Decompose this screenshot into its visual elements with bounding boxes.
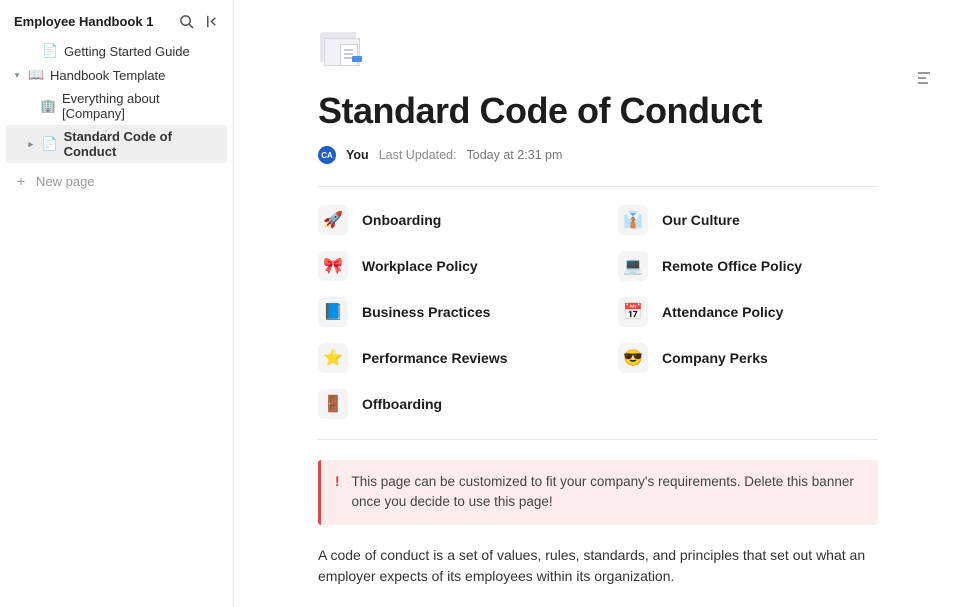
divider [318,186,878,187]
ribbon-icon: 🎀 [318,251,348,281]
sidebar-item-label: Getting Started Guide [64,44,190,59]
collapse-sidebar-icon[interactable] [204,14,219,29]
link-attendance-policy[interactable]: 📅 Attendance Policy [618,297,878,327]
warning-callout: ! This page can be customized to fit you… [318,460,878,525]
chevron-right-icon[interactable]: ▸ [26,139,36,150]
intro-paragraph: A code of conduct is a set of values, ru… [318,545,878,588]
sidebar-item-label: Everything about [Company] [62,91,221,121]
link-label: Company Perks [662,350,768,366]
book-icon: 📘 [318,297,348,327]
book-icon: 📖 [28,67,44,83]
sidebar-item-label: Handbook Template [50,68,165,83]
link-offboarding[interactable]: 🚪 Offboarding [318,389,578,419]
laptop-icon: 💻 [618,251,648,281]
tie-icon: 👔 [618,205,648,235]
link-label: Offboarding [362,396,442,412]
link-label: Workplace Policy [362,258,478,274]
page-hero-icon[interactable] [318,30,366,70]
sidebar-item-handbook-template[interactable]: ▾ 📖 Handbook Template [6,63,227,87]
sidebar: Employee Handbook 1 📄 Getting Started Gu… [0,0,234,607]
star-icon: ⭐ [318,343,348,373]
link-label: Performance Reviews [362,350,508,366]
calendar-icon: 📅 [618,297,648,327]
sidebar-item-standard-code-of-conduct[interactable]: ▸ 📄 Standard Code of Conduct [6,125,227,163]
page-meta: CA You Last Updated: Today at 2:31 pm [318,146,878,164]
door-icon: 🚪 [318,389,348,419]
link-remote-office-policy[interactable]: 💻 Remote Office Policy [618,251,878,281]
search-icon[interactable] [179,14,194,29]
exclamation-icon: ! [335,472,340,513]
link-onboarding[interactable]: 🚀 Onboarding [318,205,578,235]
quick-links-grid: 🚀 Onboarding 👔 Our Culture 🎀 Workplace P… [318,205,878,419]
link-label: Onboarding [362,212,441,228]
main: Standard Code of Conduct CA You Last Upd… [234,0,962,607]
divider [318,439,878,440]
workspace-title: Employee Handbook 1 [14,14,153,29]
author-name: You [346,148,369,162]
page-content: Standard Code of Conduct CA You Last Upd… [318,0,878,607]
sidebar-item-getting-started[interactable]: 📄 Getting Started Guide [6,39,227,63]
link-our-culture[interactable]: 👔 Our Culture [618,205,878,235]
link-label: Business Practices [362,304,490,320]
sidebar-actions [179,14,219,29]
sunglasses-icon: 😎 [618,343,648,373]
sidebar-header: Employee Handbook 1 [6,8,227,39]
new-page-label: New page [36,174,95,189]
link-company-perks[interactable]: 😎 Company Perks [618,343,878,373]
sidebar-item-everything-about-company[interactable]: 🏢 Everything about [Company] [6,87,227,125]
building-icon: 🏢 [40,98,56,114]
chevron-down-icon[interactable]: ▾ [12,70,22,81]
updated-time: Today at 2:31 pm [467,148,563,162]
link-label: Remote Office Policy [662,258,802,274]
link-workplace-policy[interactable]: 🎀 Workplace Policy [318,251,578,281]
link-business-practices[interactable]: 📘 Business Practices [318,297,578,327]
new-page-button[interactable]: + New page [6,167,227,195]
sidebar-item-label: Standard Code of Conduct [64,129,221,159]
plus-icon: + [14,173,28,189]
page-title: Standard Code of Conduct [318,90,878,132]
page-icon: 📄 [42,136,58,152]
outline-icon[interactable] [916,70,932,91]
updated-label: Last Updated: [379,148,457,162]
page-icon: 📄 [42,43,58,59]
callout-text: This page can be customized to fit your … [352,472,865,513]
avatar[interactable]: CA [318,146,336,164]
link-label: Our Culture [662,212,740,228]
link-performance-reviews[interactable]: ⭐ Performance Reviews [318,343,578,373]
rocket-icon: 🚀 [318,205,348,235]
link-label: Attendance Policy [662,304,783,320]
